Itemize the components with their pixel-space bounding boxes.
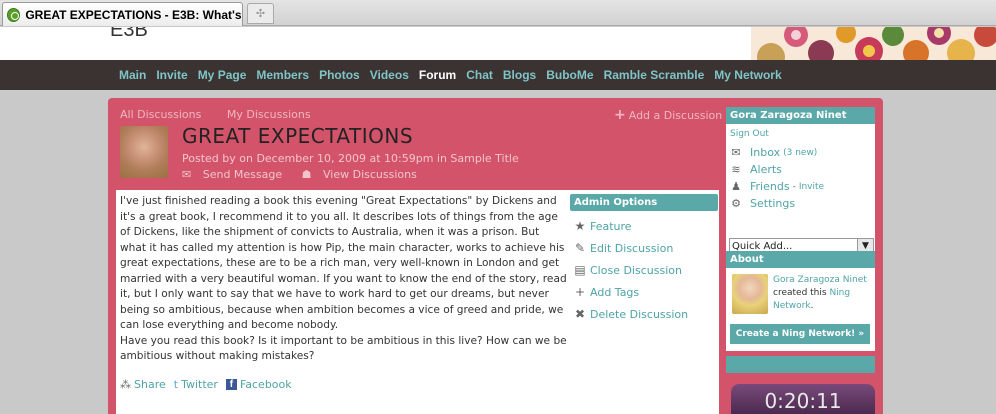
send-message-label: Send Message (202, 168, 283, 181)
add-discussion-link[interactable]: + Add a Discussion (614, 107, 722, 123)
inbox-count: (3 new) (783, 147, 818, 158)
nav-item-members[interactable]: Members (256, 68, 309, 82)
inbox-link[interactable]: ✉ Inbox (3 new) (730, 146, 817, 159)
add-discussion-label: Add a Discussion (628, 109, 723, 122)
timer-display: 0:20:11 (731, 384, 875, 414)
create-ning-network-button[interactable]: Create a Ning Network! » (730, 324, 870, 344)
my-discussions-link[interactable]: My Discussions (227, 108, 311, 121)
timer-header (726, 356, 875, 373)
twitter-link[interactable]: t Twitter (174, 378, 218, 391)
edit-discussion-button[interactable]: ✎ Edit Discussion (570, 237, 718, 259)
globe-icon (7, 7, 21, 22)
share-row: ⁂ Share t Twitter f Facebook (120, 378, 300, 391)
about-created-text: created this (773, 288, 827, 298)
about-name-link[interactable]: Gora Zaragoza Ninet (773, 275, 867, 285)
feature-label: Feature (590, 219, 632, 233)
right-sidebar: Gora Zaragoza Ninet Sign Out ✉ Inbox (3 … (726, 107, 875, 414)
user-box: Sign Out ✉ Inbox (3 new) ≋ Alerts ♟ Frie… (726, 124, 875, 260)
envelope-icon: ✉ (182, 168, 195, 181)
inbox-label: Inbox (750, 146, 781, 159)
edit-discussion-label: Edit Discussion (590, 241, 674, 255)
admin-options-header: Admin Options (570, 194, 718, 211)
post-actions: ✉ Send Message ☗ View Discussions (182, 168, 433, 181)
star-icon: ★ (574, 219, 586, 233)
pencil-icon: ✎ (574, 241, 586, 255)
about-avatar[interactable] (732, 274, 768, 314)
author-avatar[interactable] (120, 126, 168, 178)
new-tab-button[interactable]: ✣ (247, 3, 274, 24)
browser-tab[interactable]: GREAT EXPECTATIONS - E3B: What's ... (2, 2, 243, 26)
nav-item-photos[interactable]: Photos (319, 68, 360, 82)
alerts-link[interactable]: ≋ Alerts (730, 163, 782, 176)
nav-item-blogs[interactable]: Blogs (503, 68, 536, 82)
nav-item-invite[interactable]: Invite (156, 68, 187, 82)
delete-icon: ✖ (574, 307, 586, 321)
add-tags-button[interactable]: + Add Tags (570, 281, 718, 303)
alerts-label: Alerts (750, 163, 782, 176)
all-discussions-link[interactable]: All Discussions (120, 108, 201, 121)
envelope-icon: ✉ (731, 146, 741, 159)
view-discussions-link[interactable]: ☗ View Discussions (302, 168, 425, 181)
add-tags-label: Add Tags (590, 285, 640, 299)
about-header: About (726, 251, 875, 268)
settings-label: Settings (750, 197, 796, 210)
post-body: I've just finished reading a book this e… (120, 194, 568, 365)
friends-label: Friends (750, 180, 790, 193)
admin-options: Admin Options ★ Feature ✎ Edit Discussion … (570, 194, 718, 325)
share-link[interactable]: ⁂ Share (120, 378, 166, 391)
nav-item-bubome[interactable]: BuboMe (546, 68, 593, 82)
nav-item-my-network[interactable]: My Network (714, 68, 781, 82)
feature-button[interactable]: ★ Feature (570, 215, 718, 237)
browser-tab-bar: GREAT EXPECTATIONS - E3B: What's ... ✣ (0, 0, 996, 26)
friends-separator: - (792, 181, 796, 192)
discussion-subnav: All Discussions My Discussions (120, 108, 333, 121)
person-icon: ♟ (731, 180, 741, 193)
main-nav: Main Invite My Page Members Photos Video… (0, 60, 996, 90)
plus-icon: + (614, 107, 626, 123)
nav-item-videos[interactable]: Videos (370, 68, 409, 82)
delete-discussion-button[interactable]: ✖ Delete Discussion (570, 303, 718, 325)
about-period: . (810, 301, 814, 311)
invite-link[interactable]: Invite (799, 182, 824, 192)
post-meta: Posted by on December 10, 2009 at 10:59p… (182, 152, 519, 165)
close-discussion-label: Close Discussion (590, 263, 682, 277)
nav-item-ramble-scramble[interactable]: Ramble Scramble (604, 68, 705, 82)
user-box-header[interactable]: Gora Zaragoza Ninet (726, 107, 875, 124)
share-label: Share (134, 378, 166, 391)
close-discussion-icon: ▤ (574, 263, 586, 277)
page-title: GREAT EXPECTATIONS (182, 124, 414, 148)
site-header: E3B (0, 27, 996, 60)
share-icon: ⁂ (120, 378, 131, 391)
facebook-link[interactable]: f Facebook (225, 378, 292, 391)
nav-item-main[interactable]: Main (119, 68, 146, 82)
facebook-icon: f (225, 379, 237, 390)
timer-widget: 0:20:11 (726, 356, 875, 414)
plus-icon: + (574, 285, 586, 299)
site-name[interactable]: E3B (110, 27, 148, 42)
nav-item-chat[interactable]: Chat (466, 68, 493, 82)
post-paragraph-1: I've just finished reading a book this e… (120, 195, 567, 331)
post-paragraph-2: Have you read this book? Is it important… (120, 334, 567, 363)
twitter-label: Twitter (181, 378, 218, 391)
tab-title: GREAT EXPECTATIONS - E3B: What's ... (25, 7, 242, 22)
delete-discussion-label: Delete Discussion (590, 307, 689, 321)
plus-icon: ✣ (255, 7, 266, 20)
gear-icon: ⚙ (731, 197, 741, 210)
nav-item-forum[interactable]: Forum (419, 68, 456, 82)
nav-item-my-page[interactable]: My Page (198, 68, 247, 82)
alerts-icon: ≋ (731, 163, 741, 176)
facebook-label: Facebook (239, 378, 292, 391)
close-discussion-button[interactable]: ▤ Close Discussion (570, 259, 718, 281)
settings-link[interactable]: ⚙ Settings (730, 197, 795, 210)
person-icon: ☗ (301, 168, 315, 181)
about-box: About Gora Zaragoza Ninet created this N… (726, 251, 875, 351)
about-text: Gora Zaragoza Ninet created this Ning Ne… (773, 274, 871, 313)
view-discussions-label: View Discussions (323, 168, 417, 181)
sign-out-link[interactable]: Sign Out (730, 129, 769, 139)
header-decoration (751, 27, 996, 60)
friends-link[interactable]: ♟ Friends - Invite (730, 180, 824, 193)
twitter-icon: t (173, 378, 179, 391)
send-message-link[interactable]: ✉ Send Message (182, 168, 290, 181)
